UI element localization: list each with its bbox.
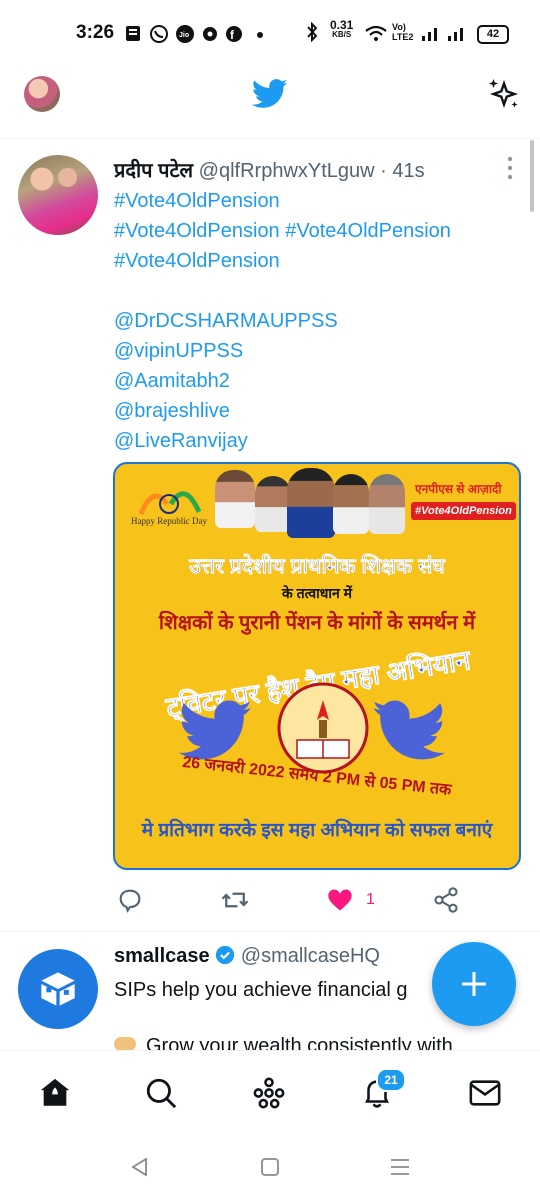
home-icon[interactable] xyxy=(38,1076,72,1110)
hashtag-line[interactable]: #Vote4OldPension #Vote4OldPension xyxy=(114,216,514,246)
wifi-icon xyxy=(365,25,387,41)
tweet-media-image[interactable]: Happy Republic Day एनपीएस से आज़ादी #Vot… xyxy=(113,462,521,870)
mention-link[interactable]: @LiveRanvijay xyxy=(114,426,514,456)
home-system-icon[interactable] xyxy=(259,1156,281,1178)
support-text: शिक्षकों के पुरानी पेंशन के मांगों के सम… xyxy=(158,612,476,634)
search-icon[interactable] xyxy=(144,1076,178,1110)
hand-point-icon xyxy=(114,1037,136,1051)
compose-tweet-button[interactable] xyxy=(432,942,516,1026)
smallcase-logo-icon xyxy=(41,972,75,1006)
bird-right-icon xyxy=(372,700,445,760)
status-time: 3:26 xyxy=(76,22,115,43)
verified-badge-icon xyxy=(216,945,235,965)
under-text: के तत्वाधान में xyxy=(281,585,352,601)
tweet-text: #Vote4OldPension #Vote4OldPension #Vote4… xyxy=(114,186,514,456)
hashtag-line[interactable]: #Vote4OldPension xyxy=(114,246,514,276)
second-tweet-header: smallcase @smallcaseHQ xyxy=(114,945,380,968)
share-icon[interactable] xyxy=(432,885,460,915)
like-icon[interactable] xyxy=(326,885,354,915)
scrollbar[interactable] xyxy=(530,140,534,212)
organization-title: उत्तर प्रदेशीय प्राथमिक शिक्षक संघ xyxy=(189,555,445,579)
separator-dot: · xyxy=(380,160,387,182)
notification-icons: Jio f xyxy=(126,25,263,43)
tweet-author-avatar[interactable] xyxy=(18,155,98,235)
mention-link[interactable]: @DrDCSHARMAUPPSS xyxy=(114,306,514,336)
messages-icon[interactable] xyxy=(468,1078,502,1108)
author-name[interactable]: smallcase xyxy=(114,945,210,967)
tweet-header: प्रदीप पटेल @qlfRrphwxYtLguw · 41s xyxy=(114,156,425,183)
smallcase-avatar[interactable] xyxy=(18,949,98,1029)
vote-hashtag-badge: #Vote4OldPension xyxy=(411,502,516,520)
status-bar: 3:26 Jio f 0.31 KB/S Vo) LTE2 42 xyxy=(0,0,540,66)
sparkle-icon[interactable] xyxy=(486,76,522,112)
tweet-divider xyxy=(0,931,540,932)
nps-freedom-text: एनपीएस से आज़ादी xyxy=(415,482,502,496)
spaces-icon[interactable] xyxy=(252,1076,286,1110)
notification-badge: 21 xyxy=(376,1068,406,1092)
more-options-icon[interactable] xyxy=(502,156,518,180)
author-handle[interactable]: @smallcaseHQ xyxy=(241,945,380,967)
republic-day-emblem xyxy=(138,491,202,515)
tweet-time: 41s xyxy=(392,160,425,182)
back-icon[interactable] xyxy=(128,1156,152,1178)
retweet-icon[interactable] xyxy=(220,885,250,915)
leaders-photos xyxy=(215,468,405,538)
signal-icon xyxy=(422,28,463,41)
battery-icon: 42 xyxy=(477,25,509,44)
recents-menu-icon[interactable] xyxy=(388,1156,412,1178)
republic-day-text: Happy Republic Day xyxy=(131,516,207,526)
volte-indicator: Vo) LTE2 xyxy=(392,22,414,42)
svg-text:Jio: Jio xyxy=(179,32,189,39)
hashtag-line[interactable]: #Vote4OldPension xyxy=(114,186,514,216)
reply-icon[interactable] xyxy=(116,885,144,915)
bluetooth-icon xyxy=(307,22,318,42)
mention-link[interactable]: @Aamitabh2 xyxy=(114,366,514,396)
plus-icon xyxy=(462,972,486,996)
author-handle[interactable]: @qlfRrphwxYtLguw xyxy=(199,160,375,182)
data-speed: 0.31 KB/S xyxy=(330,18,354,39)
author-name[interactable]: प्रदीप पटेल xyxy=(114,160,193,182)
mention-link[interactable]: @brajeshlive xyxy=(114,396,514,426)
profile-avatar[interactable] xyxy=(24,76,60,112)
call-to-action: मे प्रतिभाग करके इस महा अभियान को सफल बन… xyxy=(141,820,493,841)
second-tweet-text: SIPs help you achieve financial g xyxy=(114,979,408,1001)
like-count: 1 xyxy=(366,891,375,908)
twitter-bird-icon[interactable] xyxy=(252,79,288,109)
mention-link[interactable]: @vipinUPPSS xyxy=(114,336,514,366)
